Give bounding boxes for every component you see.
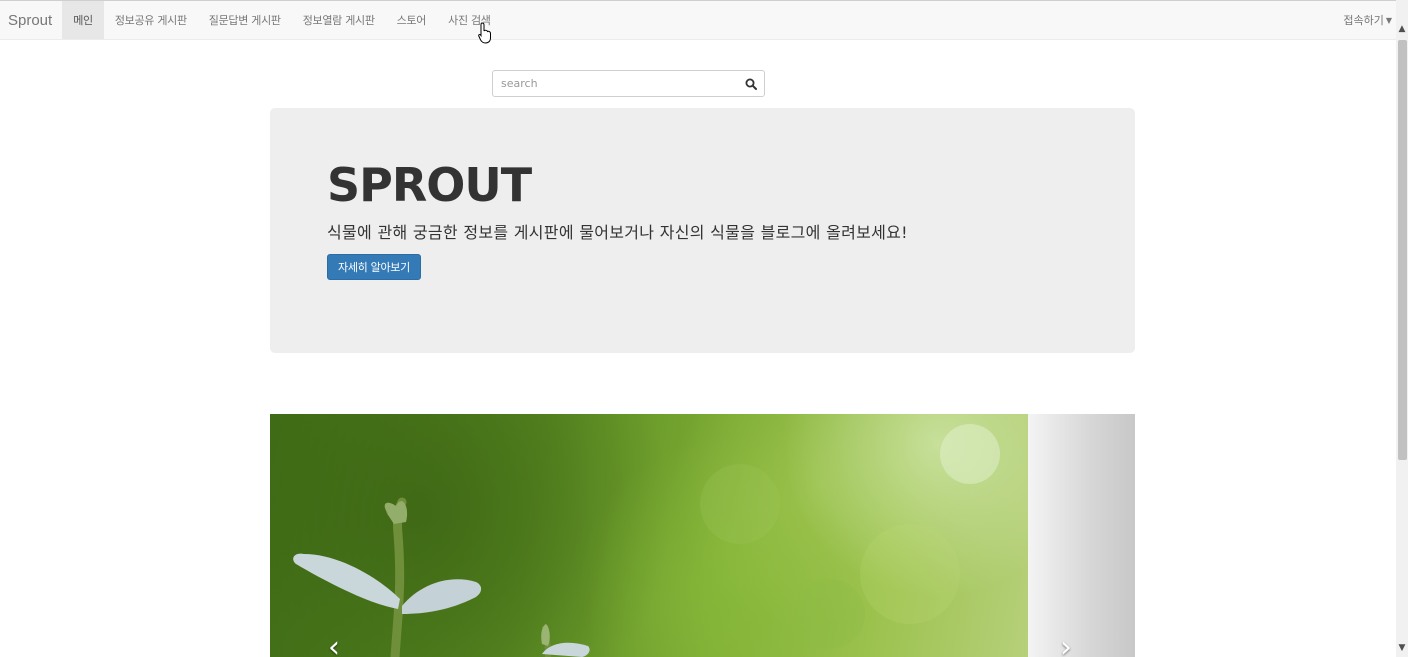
nav-item-info-view-board[interactable]: 정보열람 게시판 [292,1,386,39]
image-carousel: ‹ › [270,414,1135,657]
vertical-scrollbar[interactable]: ▲ ▼ [1396,0,1408,657]
jumbotron: SPROUT 식물에 관해 궁금한 정보를 게시판에 물어보거나 자신의 식물을… [270,108,1135,353]
sprout-plant-image [293,424,1000,657]
nav-item-info-share-board[interactable]: 정보공유 게시판 [104,1,198,39]
connect-dropdown-label: 접속하기 [1343,14,1384,27]
nav-item-main[interactable]: 메인 [62,1,104,39]
page: Sprout 메인 정보공유 게시판 질문답변 게시판 정보열람 게시판 스토어… [0,0,1408,657]
hero-description: 식물에 관해 궁금한 정보를 게시판에 물어보거나 자신의 식물을 블로그에 올… [327,223,908,242]
scrollbar-thumb[interactable] [1398,40,1407,460]
chevron-right-icon[interactable]: › [1060,630,1072,657]
nav-item-qna-board[interactable]: 질문답변 게시판 [198,1,292,39]
search-icon [745,78,757,90]
carousel-slide-image [270,414,1028,657]
scroll-up-arrow-icon[interactable]: ▲ [1396,22,1408,36]
nav-item-store[interactable]: 스토어 [386,1,437,39]
search-input[interactable] [493,71,738,96]
carousel-next-slide-preview [1028,414,1135,657]
brand-link[interactable]: Sprout [0,1,62,39]
navbar: Sprout 메인 정보공유 게시판 질문답변 게시판 정보열람 게시판 스토어… [0,0,1396,40]
learn-more-button[interactable]: 자세히 알아보기 [327,254,421,280]
hero-title: SPROUT [327,158,532,212]
search-box [492,70,765,97]
scroll-down-arrow-icon[interactable]: ▼ [1396,641,1408,655]
hand-pointer-cursor-icon [478,22,491,44]
caret-down-icon: ▼ [1385,15,1392,25]
connect-dropdown[interactable]: 접속하기 ▼ [1343,1,1392,39]
search-button[interactable] [738,71,764,96]
chevron-left-icon[interactable]: ‹ [328,630,340,657]
